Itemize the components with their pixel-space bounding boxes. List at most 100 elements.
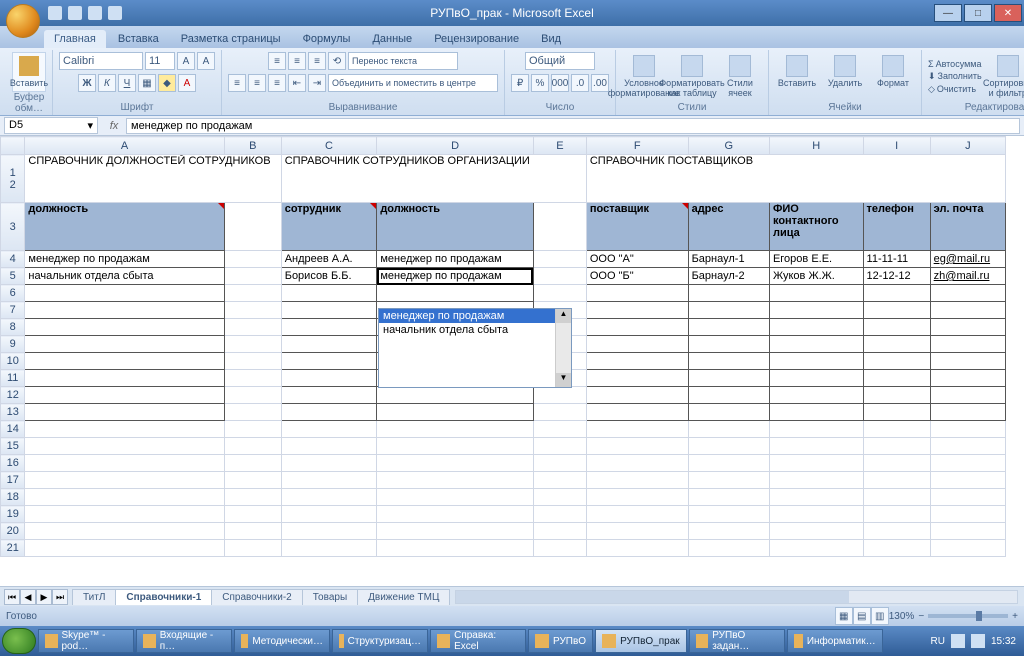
cell[interactable] xyxy=(930,523,1005,540)
zoom-slider[interactable] xyxy=(928,614,1008,618)
orientation-button[interactable]: ⟲ xyxy=(328,52,346,70)
cell[interactable] xyxy=(586,353,688,370)
cell[interactable] xyxy=(533,251,586,268)
cell[interactable] xyxy=(224,268,281,285)
sheet-nav-prev[interactable]: ◀ xyxy=(20,589,36,605)
cell[interactable] xyxy=(863,438,930,455)
tab-view[interactable]: Вид xyxy=(531,30,571,48)
quick-access-toolbar[interactable] xyxy=(48,6,122,20)
cell[interactable] xyxy=(377,438,534,455)
column-header[interactable]: E xyxy=(533,137,586,155)
language-indicator[interactable]: RU xyxy=(931,636,945,647)
cell[interactable] xyxy=(586,472,688,489)
cell[interactable] xyxy=(688,540,769,557)
cell[interactable] xyxy=(25,336,224,353)
cell[interactable] xyxy=(281,472,377,489)
cell[interactable] xyxy=(688,285,769,302)
cell[interactable] xyxy=(377,455,534,472)
cell[interactable] xyxy=(930,455,1005,472)
worksheet-grid[interactable]: ABCDEFGHIJ 12 СПРАВОЧНИК ДОЛЖНОСТЕЙ СОТР… xyxy=(0,136,1024,586)
cell[interactable] xyxy=(863,285,930,302)
sheet-nav-next[interactable]: ▶ xyxy=(36,589,52,605)
indent-dec-button[interactable]: ⇤ xyxy=(288,74,306,92)
cell[interactable] xyxy=(769,523,863,540)
cell[interactable] xyxy=(688,353,769,370)
cell[interactable] xyxy=(377,540,534,557)
format-cells-button[interactable]: Формат xyxy=(871,55,915,99)
cell[interactable]: ООО "А" xyxy=(586,251,688,268)
border-button[interactable]: ▦ xyxy=(138,74,156,92)
row-header[interactable]: 14 xyxy=(1,421,25,438)
cell[interactable] xyxy=(688,336,769,353)
delete-cells-button[interactable]: Удалить xyxy=(823,55,867,99)
cell[interactable]: должность xyxy=(25,203,224,251)
cell[interactable] xyxy=(863,319,930,336)
cell[interactable] xyxy=(930,319,1005,336)
cell[interactable] xyxy=(377,506,534,523)
align-bottom-button[interactable]: ≡ xyxy=(308,52,326,70)
row-header[interactable]: 8 xyxy=(1,319,25,336)
autosum-button[interactable]: Автосумма xyxy=(936,59,982,69)
column-header[interactable]: A xyxy=(25,137,224,155)
cell[interactable] xyxy=(377,404,534,421)
cell[interactable] xyxy=(25,302,224,319)
align-middle-button[interactable]: ≡ xyxy=(288,52,306,70)
column-header[interactable]: G xyxy=(688,137,769,155)
maximize-button[interactable]: □ xyxy=(964,4,992,22)
cell[interactable] xyxy=(281,455,377,472)
cell[interactable] xyxy=(688,472,769,489)
cell[interactable] xyxy=(930,438,1005,455)
cell[interactable] xyxy=(863,302,930,319)
taskbar-item[interactable]: Информатик… xyxy=(787,629,883,653)
cell[interactable] xyxy=(769,370,863,387)
cell[interactable] xyxy=(25,387,224,404)
cell[interactable] xyxy=(224,523,281,540)
cell[interactable] xyxy=(533,472,586,489)
clock[interactable]: 15:32 xyxy=(991,636,1016,647)
cell[interactable] xyxy=(377,523,534,540)
cell[interactable]: Егоров Е.Е. xyxy=(769,251,863,268)
tab-data[interactable]: Данные xyxy=(362,30,422,48)
align-top-button[interactable]: ≡ xyxy=(268,52,286,70)
taskbar-item[interactable]: Skype™ - pod… xyxy=(38,629,134,653)
row-header[interactable]: 12 xyxy=(1,155,25,203)
cell[interactable] xyxy=(25,438,224,455)
cell[interactable] xyxy=(533,285,586,302)
cell[interactable] xyxy=(533,489,586,506)
cell[interactable] xyxy=(863,404,930,421)
close-button[interactable]: ✕ xyxy=(994,4,1022,22)
row-header[interactable]: 4 xyxy=(1,251,25,268)
sheet-tab[interactable]: Движение ТМЦ xyxy=(357,589,450,605)
view-page-layout-button[interactable]: ▤ xyxy=(853,607,871,625)
cell[interactable]: эл. почта xyxy=(930,203,1005,251)
column-header[interactable]: H xyxy=(769,137,863,155)
cell[interactable] xyxy=(688,404,769,421)
cell[interactable]: Андреев А.А. xyxy=(281,251,377,268)
cell[interactable] xyxy=(533,268,586,285)
cell[interactable] xyxy=(25,540,224,557)
cell[interactable] xyxy=(281,489,377,506)
cell[interactable] xyxy=(863,523,930,540)
cell[interactable] xyxy=(769,302,863,319)
clear-button[interactable]: Очистить xyxy=(937,84,976,95)
cell[interactable] xyxy=(863,336,930,353)
cell[interactable] xyxy=(281,421,377,438)
cell[interactable] xyxy=(930,421,1005,438)
cell[interactable] xyxy=(930,285,1005,302)
cell[interactable]: СПРАВОЧНИК ДОЛЖНОСТЕЙ СОТРУДНИКОВ xyxy=(25,155,281,203)
cell[interactable] xyxy=(769,336,863,353)
taskbar-item[interactable]: Справка: Excel xyxy=(430,629,526,653)
cell[interactable]: ФИО контактного лица xyxy=(769,203,863,251)
cell[interactable] xyxy=(769,319,863,336)
row-header[interactable]: 9 xyxy=(1,336,25,353)
fill-button[interactable]: Заполнить xyxy=(938,71,982,82)
cell[interactable] xyxy=(863,353,930,370)
row-header[interactable]: 11 xyxy=(1,370,25,387)
cell[interactable] xyxy=(224,302,281,319)
cell[interactable]: менеджер по продажам xyxy=(377,251,534,268)
cell[interactable] xyxy=(224,472,281,489)
dropdown-option[interactable]: начальник отдела сбыта xyxy=(379,323,571,337)
cell[interactable] xyxy=(688,489,769,506)
tab-home[interactable]: Главная xyxy=(44,30,106,48)
underline-button[interactable]: Ч xyxy=(118,74,136,92)
